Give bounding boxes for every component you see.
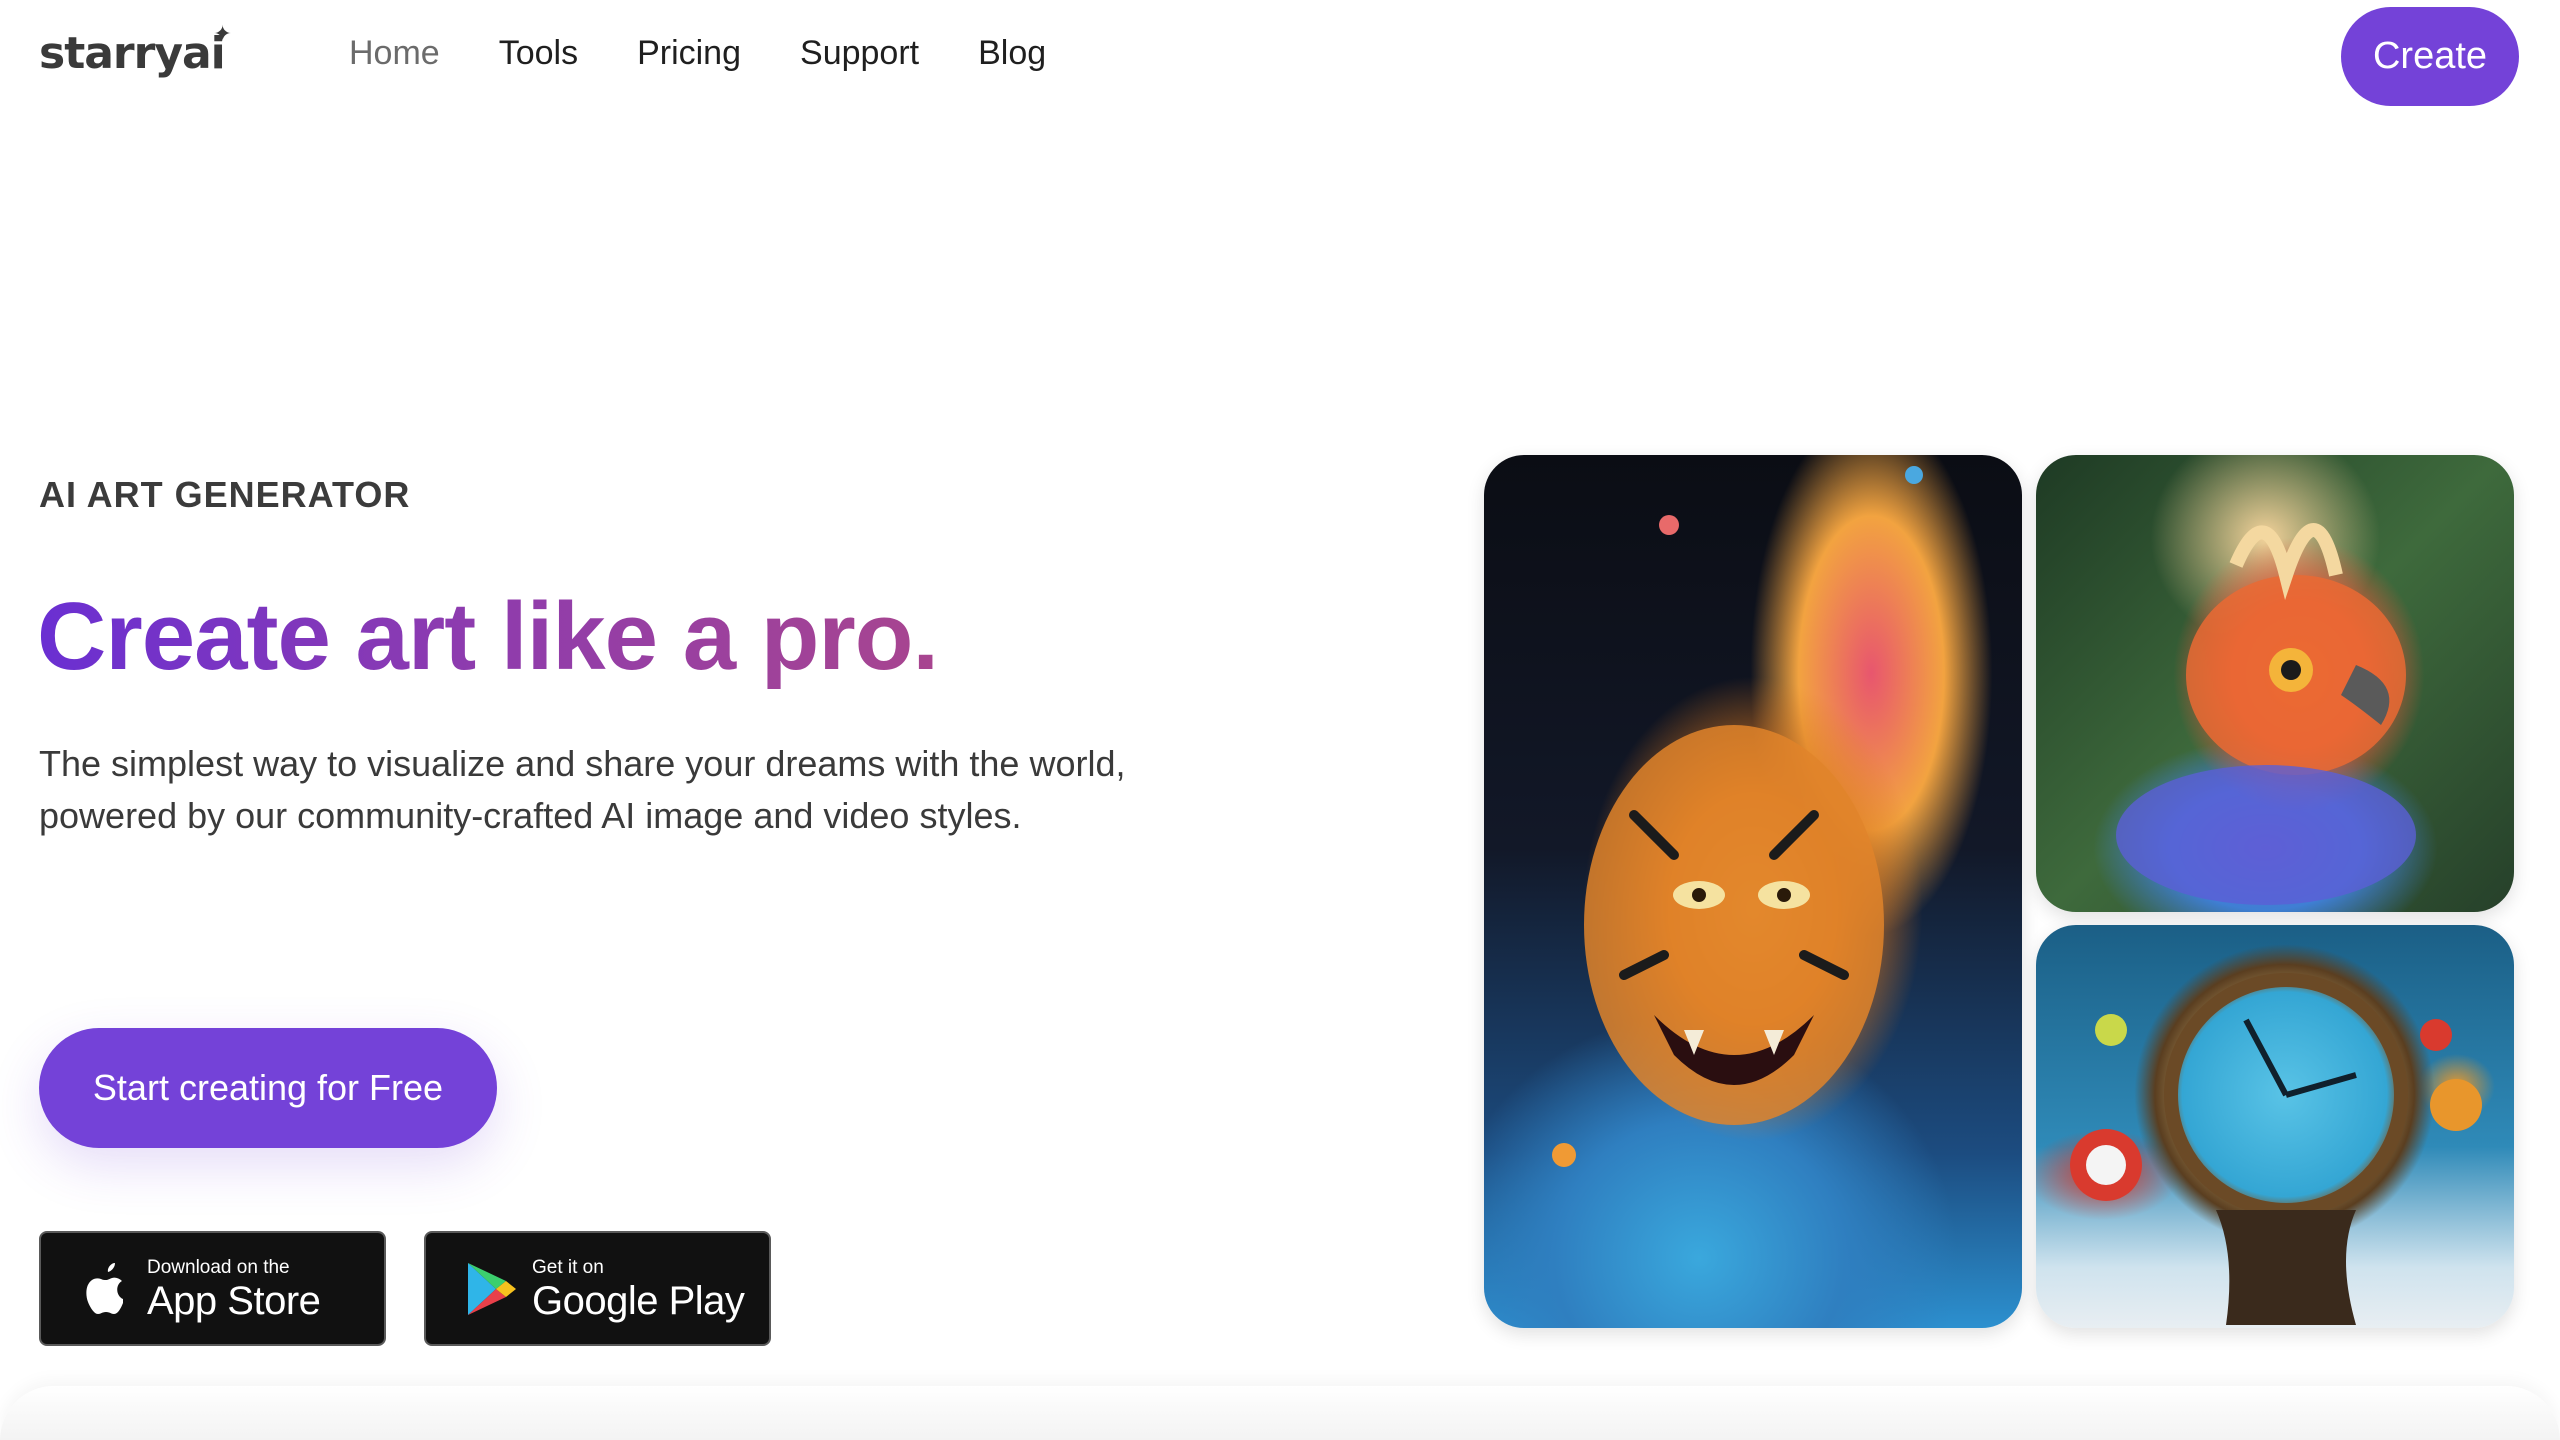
hero-subtext: The simplest way to visualize and share … — [39, 743, 1126, 836]
nav-pricing-link[interactable]: Pricing — [637, 34, 741, 73]
google-play-text: Get it on Google Play — [532, 1257, 745, 1323]
google-play-button[interactable]: Get it on Google Play — [424, 1231, 771, 1346]
tiger-illustration — [1552, 466, 1923, 1167]
nav-blog-link[interactable]: Blog — [978, 34, 1046, 73]
bird-artwork — [2036, 455, 2514, 912]
logo-text: starryai — [39, 28, 226, 79]
main-nav: Home Tools Pricing Support Blog — [349, 34, 1105, 73]
google-play-big-label: Google Play — [532, 1279, 745, 1323]
top-navbar: starryai ✦ Home Tools Pricing Support Blo… — [0, 0, 2560, 116]
clock-artwork — [2036, 925, 2514, 1328]
nav-home-link[interactable]: Home — [349, 34, 440, 73]
apple-icon — [86, 1263, 123, 1314]
sparkle-icon: ✦ — [213, 22, 231, 47]
app-store-text: Download on the App Store — [147, 1257, 321, 1323]
hero-eyebrow: AI ART GENERATOR — [39, 474, 411, 515]
google-play-icon — [468, 1263, 516, 1315]
tiger-artwork — [1484, 455, 2022, 1328]
starryai-logo[interactable]: starryai ✦ — [39, 22, 232, 79]
nav-tools-link[interactable]: Tools — [499, 34, 578, 73]
nav-support-link[interactable]: Support — [800, 34, 919, 73]
bird-illustration — [2116, 523, 2416, 905]
app-store-small-label: Download on the — [147, 1257, 290, 1278]
google-play-small-label: Get it on — [532, 1257, 604, 1278]
app-store-big-label: App Store — [147, 1279, 321, 1323]
clock-illustration — [2070, 973, 2482, 1325]
hero-headline: Create art like a pro. — [37, 583, 939, 690]
create-button[interactable]: Create — [2341, 7, 2519, 106]
start-creating-button[interactable]: Start creating for Free — [39, 1028, 497, 1148]
next-section-edge — [0, 1386, 2560, 1440]
app-store-button[interactable]: Download on the App Store — [39, 1231, 386, 1346]
